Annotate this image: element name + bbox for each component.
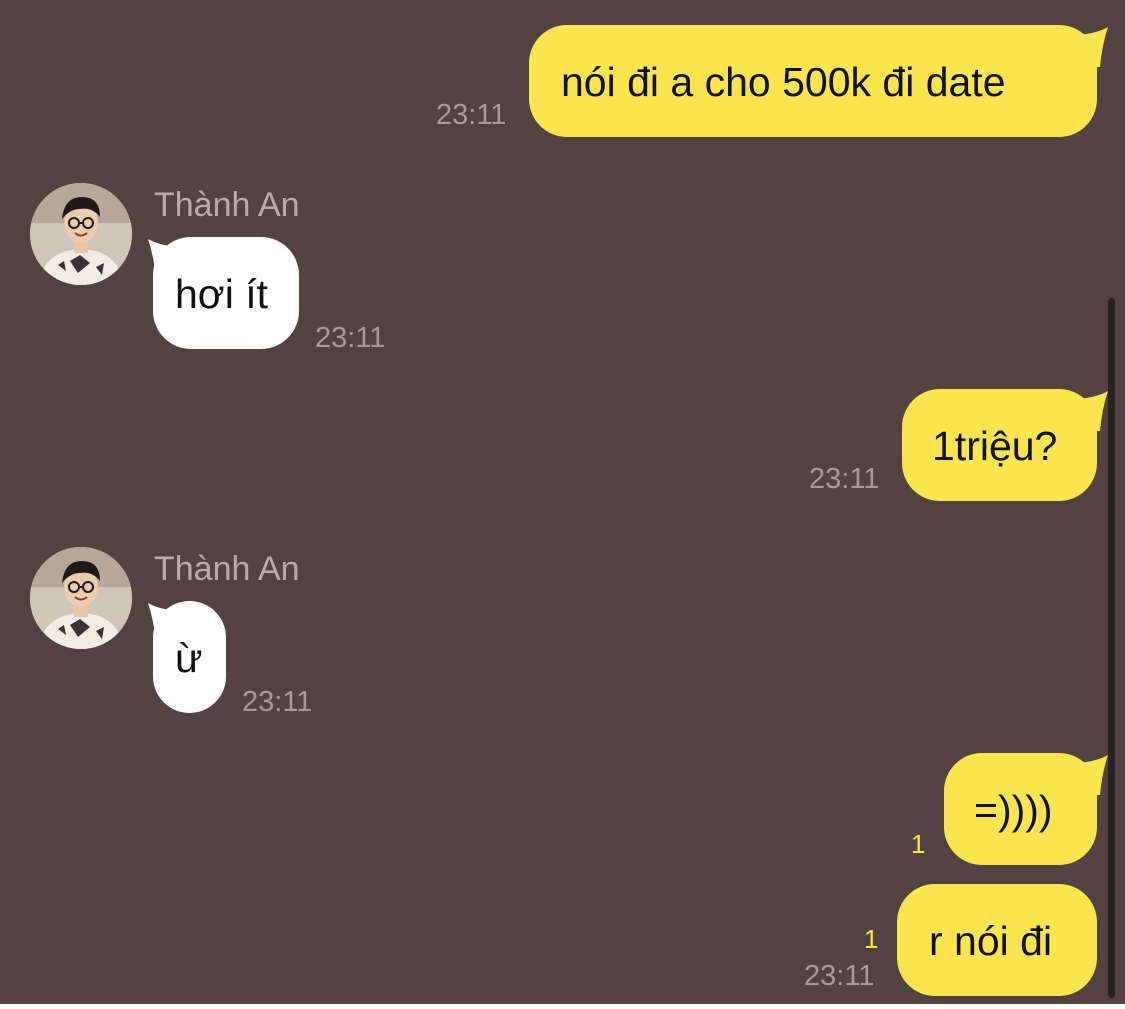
sender-avatar[interactable]	[30, 183, 132, 285]
incoming-message-bubble[interactable]: hơi ít	[153, 237, 299, 349]
unread-count: 1	[864, 924, 879, 954]
chat-message-list[interactable]: nói đi a cho 500k đi date 23:11 Thành An…	[0, 0, 1125, 1009]
sender-name: Thành An	[154, 550, 300, 588]
profile-photo-icon	[30, 183, 132, 285]
message-timestamp: 23:11	[809, 463, 880, 495]
message-text: hơi ít	[175, 271, 268, 317]
incoming-message-bubble[interactable]: ừ	[153, 601, 226, 713]
outgoing-message-bubble[interactable]: =))))	[944, 753, 1097, 865]
message-timestamp: 23:11	[315, 322, 386, 354]
message-timestamp: 23:11	[242, 686, 313, 718]
message-text: r nói đi	[929, 918, 1053, 964]
outgoing-message-bubble[interactable]: nói đi a cho 500k đi date	[529, 25, 1097, 137]
profile-photo-icon	[30, 547, 132, 649]
message-timestamp: 23:11	[436, 99, 507, 131]
scrollbar[interactable]	[1108, 298, 1115, 998]
message-text: ừ	[175, 635, 203, 681]
outgoing-message-bubble[interactable]: 1triệu?	[902, 389, 1097, 501]
outgoing-message-bubble[interactable]: r nói đi	[897, 884, 1097, 996]
unread-count: 1	[911, 829, 926, 859]
message-text: =))))	[974, 787, 1053, 833]
sender-avatar[interactable]	[30, 547, 132, 649]
sender-name: Thành An	[154, 186, 300, 224]
bottom-divider	[0, 1004, 1125, 1009]
bubble-tail-icon	[1078, 755, 1108, 795]
message-text: 1triệu?	[932, 423, 1058, 469]
message-timestamp: 23:11	[804, 960, 875, 992]
bubble-tail-icon	[1078, 391, 1108, 431]
bubble-tail-icon	[1078, 27, 1108, 67]
message-text: nói đi a cho 500k đi date	[561, 59, 1006, 105]
